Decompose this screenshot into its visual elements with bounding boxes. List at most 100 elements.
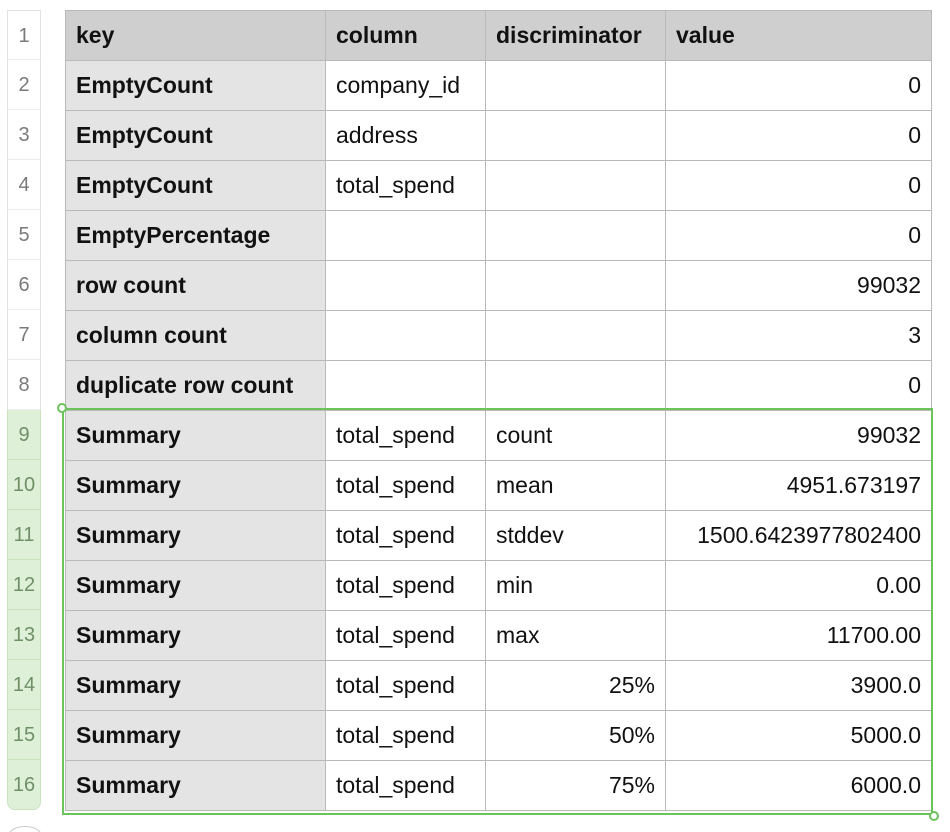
column-cell[interactable]: total_spend bbox=[325, 510, 486, 561]
key-cell[interactable]: EmptyCount bbox=[65, 160, 326, 211]
column-cell[interactable]: total_spend bbox=[325, 160, 486, 211]
key-cell[interactable]: Summary bbox=[65, 460, 326, 511]
table-row: Summary total_spend min 0.00 bbox=[65, 560, 932, 611]
discriminator-cell[interactable] bbox=[485, 260, 666, 311]
key-cell[interactable]: Summary bbox=[65, 760, 326, 811]
value-cell[interactable]: 0.00 bbox=[665, 560, 932, 611]
discriminator-cell[interactable] bbox=[485, 110, 666, 161]
header-row: key column discriminator value bbox=[65, 10, 932, 61]
column-header-value[interactable]: value bbox=[665, 10, 932, 61]
selection-end-handle[interactable] bbox=[929, 811, 939, 821]
key-cell[interactable]: Summary bbox=[65, 410, 326, 461]
key-cell[interactable]: row count bbox=[65, 260, 326, 311]
value-cell[interactable]: 6000.0 bbox=[665, 760, 932, 811]
column-header-column[interactable]: column bbox=[325, 10, 486, 61]
row-header-14[interactable]: 14 bbox=[7, 660, 41, 710]
column-header-discriminator[interactable]: discriminator bbox=[485, 10, 666, 61]
table-row: column count 3 bbox=[65, 310, 932, 361]
column-cell[interactable]: total_spend bbox=[325, 710, 486, 761]
row-header-5[interactable]: 5 bbox=[7, 210, 41, 260]
column-cell[interactable] bbox=[325, 210, 486, 261]
value-cell[interactable]: 0 bbox=[665, 110, 932, 161]
key-cell[interactable]: EmptyPercentage bbox=[65, 210, 326, 261]
table-row: EmptyCount total_spend 0 bbox=[65, 160, 932, 211]
table-row: Summary total_spend 75% 6000.0 bbox=[65, 760, 932, 811]
row-header-12[interactable]: 12 bbox=[7, 560, 41, 610]
discriminator-cell[interactable]: mean bbox=[485, 460, 666, 511]
discriminator-cell[interactable]: 75% bbox=[485, 760, 666, 811]
table-row: duplicate row count 0 bbox=[65, 360, 932, 411]
discriminator-cell[interactable] bbox=[485, 310, 666, 361]
column-cell[interactable]: total_spend bbox=[325, 460, 486, 511]
key-cell[interactable]: Summary bbox=[65, 610, 326, 661]
value-cell[interactable]: 0 bbox=[665, 160, 932, 211]
column-cell[interactable]: total_spend bbox=[325, 560, 486, 611]
row-header-gutter: 1 2 3 4 5 6 7 8 9 10 11 12 13 14 15 16 bbox=[7, 10, 41, 810]
row-header-7[interactable]: 7 bbox=[7, 310, 41, 360]
column-cell[interactable] bbox=[325, 360, 486, 411]
table-row: EmptyPercentage 0 bbox=[65, 210, 932, 261]
value-cell[interactable]: 4951.673197 bbox=[665, 460, 932, 511]
add-row-control[interactable] bbox=[8, 826, 42, 832]
column-cell[interactable]: total_spend bbox=[325, 610, 486, 661]
table-row: Summary total_spend mean 4951.673197 bbox=[65, 460, 932, 511]
selection-start-handle[interactable] bbox=[57, 403, 67, 413]
discriminator-cell[interactable]: max bbox=[485, 610, 666, 661]
column-cell[interactable]: total_spend bbox=[325, 760, 486, 811]
table-row: Summary total_spend stddev 1500.64239778… bbox=[65, 510, 932, 561]
value-cell[interactable]: 3 bbox=[665, 310, 932, 361]
discriminator-cell[interactable]: 25% bbox=[485, 660, 666, 711]
row-header-1[interactable]: 1 bbox=[7, 10, 41, 60]
discriminator-cell[interactable] bbox=[485, 60, 666, 111]
key-cell[interactable]: EmptyCount bbox=[65, 110, 326, 161]
row-header-3[interactable]: 3 bbox=[7, 110, 41, 160]
value-cell[interactable]: 1500.6423977802400 bbox=[665, 510, 932, 561]
discriminator-cell[interactable]: 50% bbox=[485, 710, 666, 761]
row-header-10[interactable]: 10 bbox=[7, 460, 41, 510]
column-cell[interactable]: total_spend bbox=[325, 410, 486, 461]
key-cell[interactable]: Summary bbox=[65, 660, 326, 711]
table-row: Summary total_spend 25% 3900.0 bbox=[65, 660, 932, 711]
discriminator-cell[interactable] bbox=[485, 210, 666, 261]
discriminator-cell[interactable]: min bbox=[485, 560, 666, 611]
data-table: key column discriminator value EmptyCoun… bbox=[65, 10, 932, 811]
value-cell[interactable]: 0 bbox=[665, 360, 932, 411]
value-cell[interactable]: 99032 bbox=[665, 410, 932, 461]
key-cell[interactable]: Summary bbox=[65, 510, 326, 561]
value-cell[interactable]: 5000.0 bbox=[665, 710, 932, 761]
value-cell[interactable]: 0 bbox=[665, 210, 932, 261]
table-row: EmptyCount address 0 bbox=[65, 110, 932, 161]
table-row: row count 99032 bbox=[65, 260, 932, 311]
value-cell[interactable]: 0 bbox=[665, 60, 932, 111]
column-cell[interactable]: company_id bbox=[325, 60, 486, 111]
key-cell[interactable]: Summary bbox=[65, 710, 326, 761]
column-cell[interactable]: address bbox=[325, 110, 486, 161]
row-header-4[interactable]: 4 bbox=[7, 160, 41, 210]
key-cell[interactable]: duplicate row count bbox=[65, 360, 326, 411]
discriminator-cell[interactable]: stddev bbox=[485, 510, 666, 561]
discriminator-cell[interactable]: count bbox=[485, 410, 666, 461]
row-header-15[interactable]: 15 bbox=[7, 710, 41, 760]
spreadsheet-view: 1 2 3 4 5 6 7 8 9 10 11 12 13 14 15 16 k… bbox=[0, 0, 950, 832]
discriminator-cell[interactable] bbox=[485, 360, 666, 411]
row-header-11[interactable]: 11 bbox=[7, 510, 41, 560]
discriminator-cell[interactable] bbox=[485, 160, 666, 211]
row-header-13[interactable]: 13 bbox=[7, 610, 41, 660]
key-cell[interactable]: column count bbox=[65, 310, 326, 361]
table-row: EmptyCount company_id 0 bbox=[65, 60, 932, 111]
value-cell[interactable]: 3900.0 bbox=[665, 660, 932, 711]
value-cell[interactable]: 11700.00 bbox=[665, 610, 932, 661]
row-header-9[interactable]: 9 bbox=[7, 410, 41, 460]
key-cell[interactable]: Summary bbox=[65, 560, 326, 611]
key-cell[interactable]: EmptyCount bbox=[65, 60, 326, 111]
column-cell[interactable] bbox=[325, 260, 486, 311]
row-header-8[interactable]: 8 bbox=[7, 360, 41, 410]
table-row: Summary total_spend count 99032 bbox=[65, 410, 932, 461]
column-cell[interactable] bbox=[325, 310, 486, 361]
row-header-16[interactable]: 16 bbox=[7, 760, 41, 810]
row-header-6[interactable]: 6 bbox=[7, 260, 41, 310]
value-cell[interactable]: 99032 bbox=[665, 260, 932, 311]
column-cell[interactable]: total_spend bbox=[325, 660, 486, 711]
row-header-2[interactable]: 2 bbox=[7, 60, 41, 110]
column-header-key[interactable]: key bbox=[65, 10, 326, 61]
